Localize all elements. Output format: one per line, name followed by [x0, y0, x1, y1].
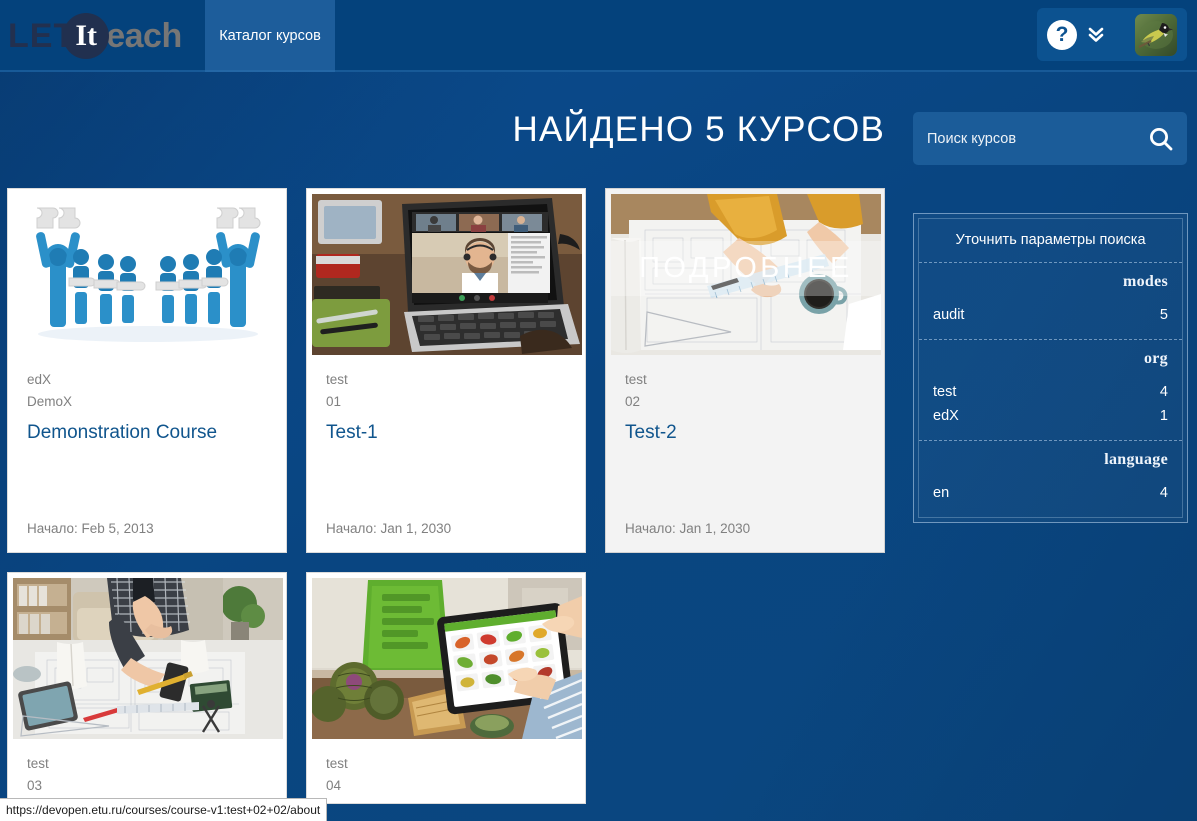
top-navbar: LET It each Каталог курсов ?: [0, 0, 1197, 72]
course-start-date: Начало: Jan 1, 2030: [326, 521, 452, 536]
facet-item-count: 1: [1159, 408, 1168, 424]
page-root: LET It each Каталог курсов ? НАЙДЕНО 5 К…: [0, 0, 1197, 821]
facet-item-test[interactable]: test 4: [933, 380, 1168, 404]
facet-group-name: org: [1143, 350, 1168, 367]
course-org: test: [326, 756, 348, 771]
course-row-1: edX DemoX Demonstration Course Начало: F…: [7, 188, 897, 553]
course-start-date: Начало: Jan 1, 2030: [625, 521, 751, 536]
facets-inner-frame: Уточнить параметры поиска modes audit 5 …: [918, 218, 1183, 518]
course-org: test: [27, 756, 49, 771]
facet-group-name: modes: [1122, 273, 1168, 290]
course-grid: edX DemoX Demonstration Course Начало: F…: [7, 188, 897, 821]
course-number: DemoX: [27, 393, 73, 409]
nav-tab-label: Каталог курсов: [219, 28, 321, 44]
blueprint-drafting-photo: ПОДРОБНЕЕ: [611, 194, 881, 355]
facet-group-modes: modes audit 5: [919, 263, 1182, 340]
help-question-icon[interactable]: ?: [1047, 19, 1077, 50]
facet-item-en[interactable]: en 4: [933, 481, 1168, 505]
course-card-test-2[interactable]: ПОДРОБНЕЕ test 02 Test-2 Начало: Jan 1, …: [605, 188, 885, 553]
course-card-body: edX DemoX Demonstration Course Начало: F…: [13, 355, 281, 552]
architect-desk-photo: [13, 578, 283, 739]
facet-item-label: audit: [933, 307, 965, 323]
course-start-date: Начало: Feb 5, 2013: [27, 521, 154, 536]
course-org: test: [326, 372, 348, 387]
navbar-underline: [0, 70, 1197, 72]
help-icon-glyph: ?: [1055, 22, 1069, 46]
course-card-test-4[interactable]: test 04: [306, 572, 586, 804]
course-card-body: test 02 Test-2 Начало: Jan 1, 2030: [611, 355, 879, 552]
logo-text-it: It: [75, 19, 98, 52]
chevron-double-down-icon[interactable]: [1087, 24, 1105, 46]
logo-text-each: each: [106, 16, 182, 55]
facet-item-label: test: [933, 384, 957, 400]
facet-group-org: org test 4 edX 1: [919, 340, 1182, 441]
course-row-2: test 03 test 04: [7, 572, 897, 804]
course-search-box: [913, 112, 1187, 165]
site-logo[interactable]: LET It each: [8, 13, 182, 59]
course-number: 03: [27, 777, 43, 793]
logo-circle-badge: It: [63, 13, 110, 59]
facet-item-audit[interactable]: audit 5: [933, 303, 1168, 327]
tablet-groceries-photo: [312, 578, 582, 739]
course-card-body: test 04: [312, 739, 580, 803]
facet-item-count: 5: [1159, 307, 1168, 323]
course-number: 02: [625, 393, 641, 409]
facets-title: Уточнить параметры поиска: [919, 219, 1182, 263]
course-card-hover-overlay: ПОДРОБНЕЕ: [611, 241, 881, 296]
facet-group-language: language en 4: [919, 441, 1182, 517]
nav-tab-course-catalog[interactable]: Каталог курсов: [205, 0, 335, 72]
facet-item-label: en: [933, 485, 950, 501]
search-icon[interactable]: [1135, 112, 1187, 165]
laptop-video-conference-photo: [312, 194, 582, 355]
course-title: Test-2: [625, 422, 677, 444]
facet-item-label: edX: [933, 408, 959, 424]
course-card-test-1[interactable]: test 01 Test-1 Начало: Jan 1, 2030: [306, 188, 586, 553]
course-card-test-3[interactable]: test 03: [7, 572, 287, 804]
course-title: Demonstration Course: [27, 422, 218, 444]
results-title: НАЙДЕНО 5 КУРСОВ: [512, 110, 885, 149]
user-menu-block: ?: [1037, 8, 1187, 61]
facet-item-count: 4: [1159, 384, 1168, 400]
course-card-demox[interactable]: edX DemoX Demonstration Course Начало: F…: [7, 188, 287, 553]
facet-group-name: language: [1104, 451, 1168, 468]
course-number: 04: [326, 777, 342, 793]
course-title: Test-1: [326, 422, 378, 444]
course-org: edX: [27, 372, 52, 387]
course-number: 01: [326, 393, 342, 409]
course-card-body: test 03: [13, 739, 281, 803]
browser-status-bar: https://devopen.etu.ru/courses/course-v1…: [0, 798, 328, 821]
status-bar-url: https://devopen.etu.ru/courses/course-v1…: [6, 803, 321, 817]
facet-item-count: 4: [1159, 485, 1168, 501]
course-card-body: test 01 Test-1 Начало: Jan 1, 2030: [312, 355, 580, 552]
search-input[interactable]: [913, 112, 1135, 165]
facet-item-edx[interactable]: edX 1: [933, 404, 1168, 428]
course-org: test: [625, 372, 647, 387]
user-avatar-bird[interactable]: [1135, 13, 1177, 56]
puzzle-people-illustration: [13, 194, 283, 355]
search-facets-panel: Уточнить параметры поиска modes audit 5 …: [913, 213, 1188, 523]
